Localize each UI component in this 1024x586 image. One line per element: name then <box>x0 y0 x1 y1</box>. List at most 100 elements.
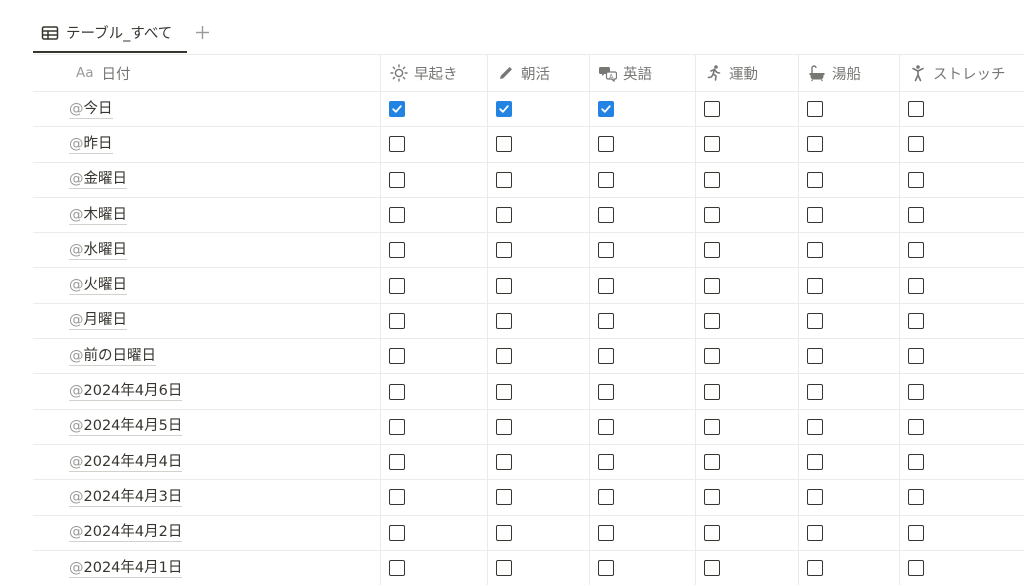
date-mention[interactable]: @金曜日 <box>69 170 127 190</box>
checkbox-unchecked[interactable] <box>704 312 720 329</box>
checkbox-unchecked[interactable] <box>704 524 720 541</box>
column-header-hayaoki[interactable]: 早起き <box>380 55 487 91</box>
checkbox-unchecked[interactable] <box>389 524 405 541</box>
date-mention[interactable]: @2024年4月6日 <box>69 382 183 402</box>
checkbox-unchecked[interactable] <box>598 277 614 294</box>
checkbox-unchecked[interactable] <box>389 348 405 365</box>
checkbox-unchecked[interactable] <box>807 454 823 471</box>
checkbox-unchecked[interactable] <box>908 348 924 365</box>
checkbox-unchecked[interactable] <box>389 207 405 224</box>
checkbox-unchecked[interactable] <box>908 136 924 153</box>
checkbox-unchecked[interactable] <box>908 312 924 329</box>
date-cell[interactable]: @火曜日 <box>33 268 380 302</box>
date-cell[interactable]: @2024年4月1日 <box>33 551 380 585</box>
checkbox-unchecked[interactable] <box>598 560 614 576</box>
tab-table-all[interactable]: テーブル_すべて <box>33 14 187 53</box>
checkbox-unchecked[interactable] <box>807 383 823 400</box>
checkbox-unchecked[interactable] <box>704 207 720 224</box>
checkbox-unchecked[interactable] <box>598 383 614 400</box>
checkbox-unchecked[interactable] <box>704 242 720 259</box>
date-mention[interactable]: @水曜日 <box>69 241 127 260</box>
checkbox-unchecked[interactable] <box>908 524 924 541</box>
checkbox-unchecked[interactable] <box>908 277 924 294</box>
checkbox-unchecked[interactable] <box>389 136 405 153</box>
checkbox-unchecked[interactable] <box>496 348 512 365</box>
column-header-stretch[interactable]: ストレッチ <box>899 55 1024 91</box>
checkbox-unchecked[interactable] <box>908 207 924 224</box>
checkbox-unchecked[interactable] <box>807 418 823 435</box>
date-mention[interactable]: @木曜日 <box>69 206 127 225</box>
checkbox-unchecked[interactable] <box>598 524 614 541</box>
checkbox-checked[interactable] <box>389 101 405 118</box>
checkbox-unchecked[interactable] <box>598 489 614 506</box>
date-cell[interactable]: @2024年4月6日 <box>33 374 380 408</box>
checkbox-unchecked[interactable] <box>807 524 823 541</box>
date-mention[interactable]: @2024年4月4日 <box>69 453 183 472</box>
column-header-eigo[interactable]: A 英語 <box>589 55 695 91</box>
checkbox-unchecked[interactable] <box>704 560 720 576</box>
column-header-asakatsu[interactable]: 朝活 <box>487 55 589 91</box>
date-cell[interactable]: @前の日曜日 <box>33 339 380 373</box>
checkbox-unchecked[interactable] <box>389 489 405 506</box>
checkbox-unchecked[interactable] <box>496 454 512 471</box>
date-cell[interactable]: @木曜日 <box>33 198 380 232</box>
checkbox-unchecked[interactable] <box>807 277 823 294</box>
checkbox-unchecked[interactable] <box>496 418 512 435</box>
checkbox-unchecked[interactable] <box>704 383 720 400</box>
checkbox-unchecked[interactable] <box>598 454 614 471</box>
checkbox-unchecked[interactable] <box>908 454 924 471</box>
checkbox-unchecked[interactable] <box>807 136 823 153</box>
checkbox-unchecked[interactable] <box>389 560 405 576</box>
checkbox-unchecked[interactable] <box>496 383 512 400</box>
date-cell[interactable]: @水曜日 <box>33 233 380 267</box>
checkbox-unchecked[interactable] <box>598 348 614 365</box>
checkbox-unchecked[interactable] <box>389 277 405 294</box>
date-mention[interactable]: @昨日 <box>69 135 113 154</box>
date-cell[interactable]: @昨日 <box>33 127 380 161</box>
checkbox-unchecked[interactable] <box>389 454 405 471</box>
date-mention[interactable]: @今日 <box>69 100 113 119</box>
checkbox-unchecked[interactable] <box>389 242 405 259</box>
checkbox-unchecked[interactable] <box>704 136 720 153</box>
date-cell[interactable]: @金曜日 <box>33 163 380 197</box>
checkbox-unchecked[interactable] <box>496 242 512 259</box>
checkbox-unchecked[interactable] <box>598 136 614 153</box>
checkbox-unchecked[interactable] <box>807 348 823 365</box>
date-cell[interactable]: @2024年4月5日 <box>33 410 380 444</box>
date-cell[interactable]: @2024年4月3日 <box>33 480 380 514</box>
date-cell[interactable]: @月曜日 <box>33 304 380 338</box>
checkbox-unchecked[interactable] <box>496 312 512 329</box>
checkbox-unchecked[interactable] <box>496 171 512 188</box>
checkbox-unchecked[interactable] <box>807 207 823 224</box>
checkbox-unchecked[interactable] <box>807 489 823 506</box>
checkbox-unchecked[interactable] <box>807 242 823 259</box>
checkbox-unchecked[interactable] <box>704 418 720 435</box>
checkbox-unchecked[interactable] <box>598 312 614 329</box>
date-cell[interactable]: @2024年4月4日 <box>33 445 380 479</box>
checkbox-unchecked[interactable] <box>807 312 823 329</box>
checkbox-unchecked[interactable] <box>496 560 512 576</box>
checkbox-unchecked[interactable] <box>908 489 924 506</box>
checkbox-unchecked[interactable] <box>389 418 405 435</box>
checkbox-unchecked[interactable] <box>704 489 720 506</box>
checkbox-unchecked[interactable] <box>908 101 924 118</box>
checkbox-unchecked[interactable] <box>496 207 512 224</box>
date-mention[interactable]: @2024年4月5日 <box>69 417 183 437</box>
date-mention[interactable]: @火曜日 <box>69 276 127 296</box>
date-mention[interactable]: @月曜日 <box>69 311 127 331</box>
checkbox-unchecked[interactable] <box>496 489 512 506</box>
checkbox-unchecked[interactable] <box>598 418 614 435</box>
checkbox-unchecked[interactable] <box>807 560 823 576</box>
date-mention[interactable]: @2024年4月3日 <box>69 488 183 507</box>
checkbox-unchecked[interactable] <box>598 171 614 188</box>
checkbox-unchecked[interactable] <box>389 383 405 400</box>
checkbox-unchecked[interactable] <box>389 171 405 188</box>
checkbox-unchecked[interactable] <box>704 101 720 118</box>
checkbox-unchecked[interactable] <box>389 312 405 329</box>
checkbox-unchecked[interactable] <box>496 524 512 541</box>
checkbox-unchecked[interactable] <box>807 171 823 188</box>
checkbox-unchecked[interactable] <box>704 348 720 365</box>
checkbox-checked[interactable] <box>598 101 614 118</box>
date-mention[interactable]: @前の日曜日 <box>69 347 156 366</box>
checkbox-unchecked[interactable] <box>908 560 924 576</box>
